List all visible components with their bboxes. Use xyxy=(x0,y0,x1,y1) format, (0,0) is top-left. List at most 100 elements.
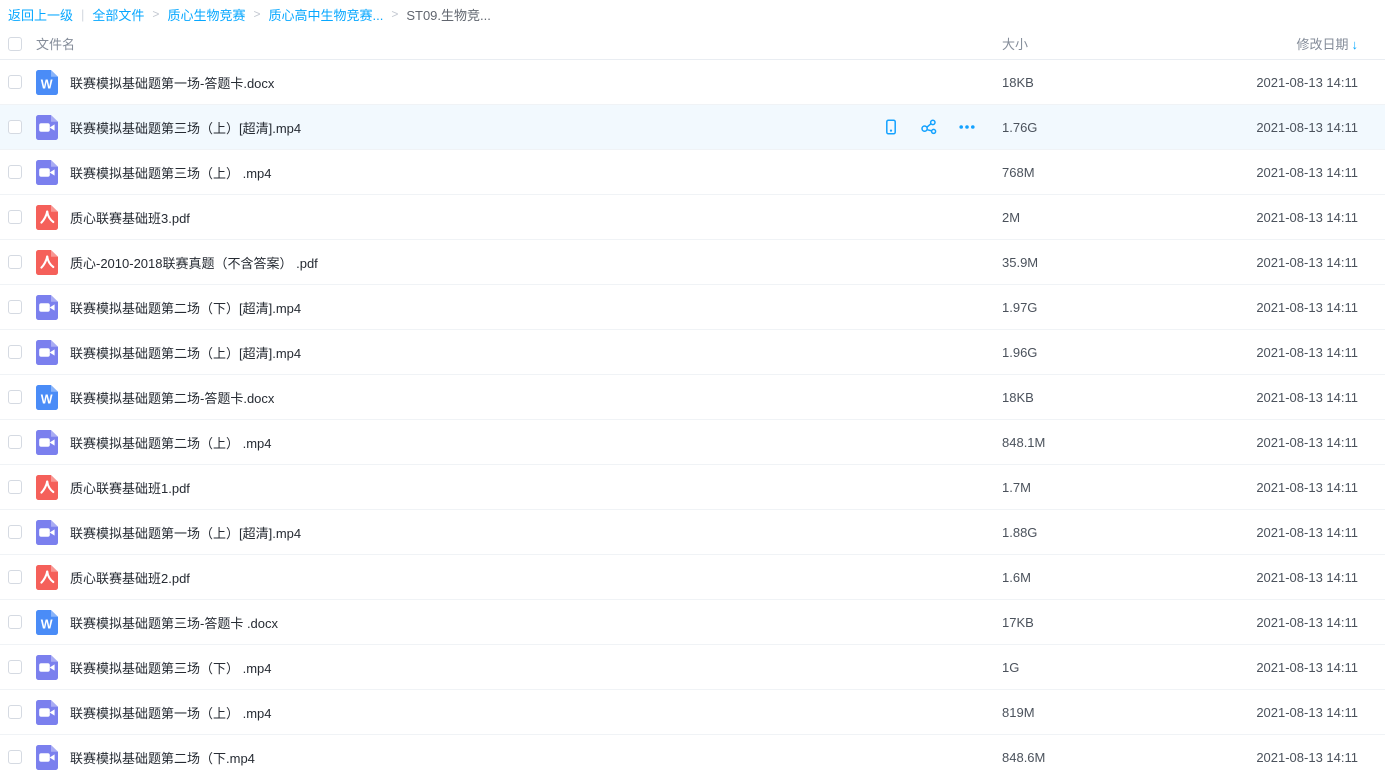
file-row[interactable]: W 联赛模拟基础题第三场-答题卡 .docx xyxy=(0,600,1385,645)
file-row[interactable]: W 联赛模拟基础题第二场（上）[超清].mp4 xyxy=(0,330,1385,375)
video-file-icon xyxy=(34,519,60,545)
svg-text:W: W xyxy=(41,78,53,92)
video-file-icon xyxy=(34,699,60,725)
row-checkbox[interactable] xyxy=(8,480,22,494)
save-to-device-icon[interactable] xyxy=(882,118,900,136)
file-name-link[interactable]: 质心联赛基础班1.pdf xyxy=(70,478,190,497)
more-icon[interactable] xyxy=(958,118,976,136)
row-checkbox[interactable] xyxy=(8,750,22,764)
file-row[interactable]: W 联赛模拟基础题第二场-答题卡.docx xyxy=(0,375,1385,420)
file-size: 18KB xyxy=(1002,390,1252,405)
file-row[interactable]: W 联赛模拟基础题第一场（上）[超清].mp4 xyxy=(0,510,1385,555)
row-checkbox[interactable] xyxy=(8,435,22,449)
file-date: 2021-08-13 14:11 xyxy=(1252,570,1385,585)
file-row[interactable]: W 质心联赛基础班1.pdf xyxy=(0,465,1385,510)
file-date: 2021-08-13 14:11 xyxy=(1252,615,1385,630)
file-name-link[interactable]: 联赛模拟基础题第一场（上）[超清].mp4 xyxy=(70,523,301,542)
row-checkbox[interactable] xyxy=(8,255,22,269)
file-date: 2021-08-13 14:11 xyxy=(1252,525,1385,540)
file-name-link[interactable]: 联赛模拟基础题第二场-答题卡.docx xyxy=(70,388,274,407)
video-file-icon xyxy=(34,429,60,455)
row-checkbox[interactable] xyxy=(8,210,22,224)
file-size: 768M xyxy=(1002,165,1252,180)
pdf-file-icon xyxy=(34,474,60,500)
file-name-link[interactable]: 质心联赛基础班3.pdf xyxy=(70,208,190,227)
pdf-file-icon xyxy=(34,204,60,230)
breadcrumb-back-link[interactable]: 返回上一级 xyxy=(8,5,73,24)
row-checkbox[interactable] xyxy=(8,705,22,719)
breadcrumb-item-all-files[interactable]: 全部文件 xyxy=(92,5,144,24)
file-size: 1G xyxy=(1002,660,1252,675)
file-name-link[interactable]: 质心-2010-2018联赛真题（不含答案） .pdf xyxy=(70,253,318,272)
file-row[interactable]: W 质心-2010-2018联赛真题（不含答案） .pdf xyxy=(0,240,1385,285)
file-size: 1.96G xyxy=(1002,345,1252,360)
breadcrumb-current-folder: ST09.生物竞... xyxy=(406,5,491,24)
pdf-file-icon xyxy=(34,564,60,590)
video-file-icon xyxy=(34,744,60,770)
file-row[interactable]: W 质心联赛基础班3.pdf xyxy=(0,195,1385,240)
file-name-link[interactable]: 联赛模拟基础题第二场（上）[超清].mp4 xyxy=(70,343,301,362)
breadcrumb-separator: | xyxy=(81,7,84,22)
file-row[interactable]: W 联赛模拟基础题第二场（下）[超清].mp4 xyxy=(0,285,1385,330)
row-checkbox[interactable] xyxy=(8,660,22,674)
file-date: 2021-08-13 14:11 xyxy=(1252,165,1385,180)
file-row[interactable]: W 联赛模拟基础题第三场（上）[超清].mp4 xyxy=(0,105,1385,150)
file-name-link[interactable]: 联赛模拟基础题第三场（上）[超清].mp4 xyxy=(70,118,301,137)
row-checkbox[interactable] xyxy=(8,525,22,539)
file-size: 1.7M xyxy=(1002,480,1252,495)
file-name-link[interactable]: 联赛模拟基础题第一场（上） .mp4 xyxy=(70,703,272,722)
video-file-icon xyxy=(34,159,60,185)
file-size: 1.88G xyxy=(1002,525,1252,540)
select-all-checkbox[interactable] xyxy=(8,37,22,51)
video-file-icon xyxy=(34,654,60,680)
breadcrumb-item-folder-1[interactable]: 质心生物竞赛 xyxy=(167,5,245,24)
pdf-file-icon xyxy=(34,249,60,275)
row-checkbox[interactable] xyxy=(8,300,22,314)
file-size: 18KB xyxy=(1002,75,1252,90)
word-file-icon: W xyxy=(34,384,60,410)
file-name-link[interactable]: 质心联赛基础班2.pdf xyxy=(70,568,190,587)
file-name-link[interactable]: 联赛模拟基础题第一场-答题卡.docx xyxy=(70,73,274,92)
file-list: W 联赛模拟基础题第一场-答题卡.docx xyxy=(0,60,1385,778)
breadcrumb: 返回上一级 | 全部文件 > 质心生物竞赛 > 质心高中生物竞赛... > ST… xyxy=(0,0,1385,28)
row-checkbox[interactable] xyxy=(8,390,22,404)
file-name-link[interactable]: 联赛模拟基础题第三场（上） .mp4 xyxy=(70,163,272,182)
file-row[interactable]: W 联赛模拟基础题第三场（下） .mp4 xyxy=(0,645,1385,690)
row-checkbox[interactable] xyxy=(8,120,22,134)
breadcrumb-item-folder-2[interactable]: 质心高中生物竞赛... xyxy=(268,5,383,24)
word-file-icon: W xyxy=(34,609,60,635)
file-date: 2021-08-13 14:11 xyxy=(1252,120,1385,135)
file-size: 1.6M xyxy=(1002,570,1252,585)
file-name-link[interactable]: 联赛模拟基础题第三场（下） .mp4 xyxy=(70,658,272,677)
column-header-size: 大小 xyxy=(1002,34,1252,53)
file-size: 1.97G xyxy=(1002,300,1252,315)
row-checkbox[interactable] xyxy=(8,345,22,359)
row-checkbox[interactable] xyxy=(8,75,22,89)
file-row[interactable]: W 联赛模拟基础题第一场-答题卡.docx xyxy=(0,60,1385,105)
file-date: 2021-08-13 14:11 xyxy=(1252,480,1385,495)
row-checkbox[interactable] xyxy=(8,570,22,584)
row-hover-actions xyxy=(882,118,976,136)
file-row[interactable]: W 联赛模拟基础题第二场（上） .mp4 xyxy=(0,420,1385,465)
file-row[interactable]: W 联赛模拟基础题第三场（上） .mp4 xyxy=(0,150,1385,195)
share-icon[interactable] xyxy=(920,118,938,136)
column-header-modified-date[interactable]: 修改日期↓ xyxy=(1252,34,1385,53)
file-name-link[interactable]: 联赛模拟基础题第三场-答题卡 .docx xyxy=(70,613,278,632)
file-name-link[interactable]: 联赛模拟基础题第二场（下.mp4 xyxy=(70,748,255,767)
file-row[interactable]: W 联赛模拟基础题第二场（下.mp4 xyxy=(0,735,1385,778)
file-date: 2021-08-13 14:11 xyxy=(1252,750,1385,765)
file-date: 2021-08-13 14:11 xyxy=(1252,75,1385,90)
file-size: 17KB xyxy=(1002,615,1252,630)
chevron-right-icon: > xyxy=(152,7,159,21)
file-size: 1.76G xyxy=(1002,120,1252,135)
sort-desc-icon: ↓ xyxy=(1352,37,1359,52)
file-date: 2021-08-13 14:11 xyxy=(1252,300,1385,315)
file-name-link[interactable]: 联赛模拟基础题第二场（上） .mp4 xyxy=(70,433,272,452)
video-file-icon xyxy=(34,339,60,365)
file-date: 2021-08-13 14:11 xyxy=(1252,390,1385,405)
row-checkbox[interactable] xyxy=(8,165,22,179)
row-checkbox[interactable] xyxy=(8,615,22,629)
file-name-link[interactable]: 联赛模拟基础题第二场（下）[超清].mp4 xyxy=(70,298,301,317)
file-row[interactable]: W 联赛模拟基础题第一场（上） .mp4 xyxy=(0,690,1385,735)
file-row[interactable]: W 质心联赛基础班2.pdf xyxy=(0,555,1385,600)
